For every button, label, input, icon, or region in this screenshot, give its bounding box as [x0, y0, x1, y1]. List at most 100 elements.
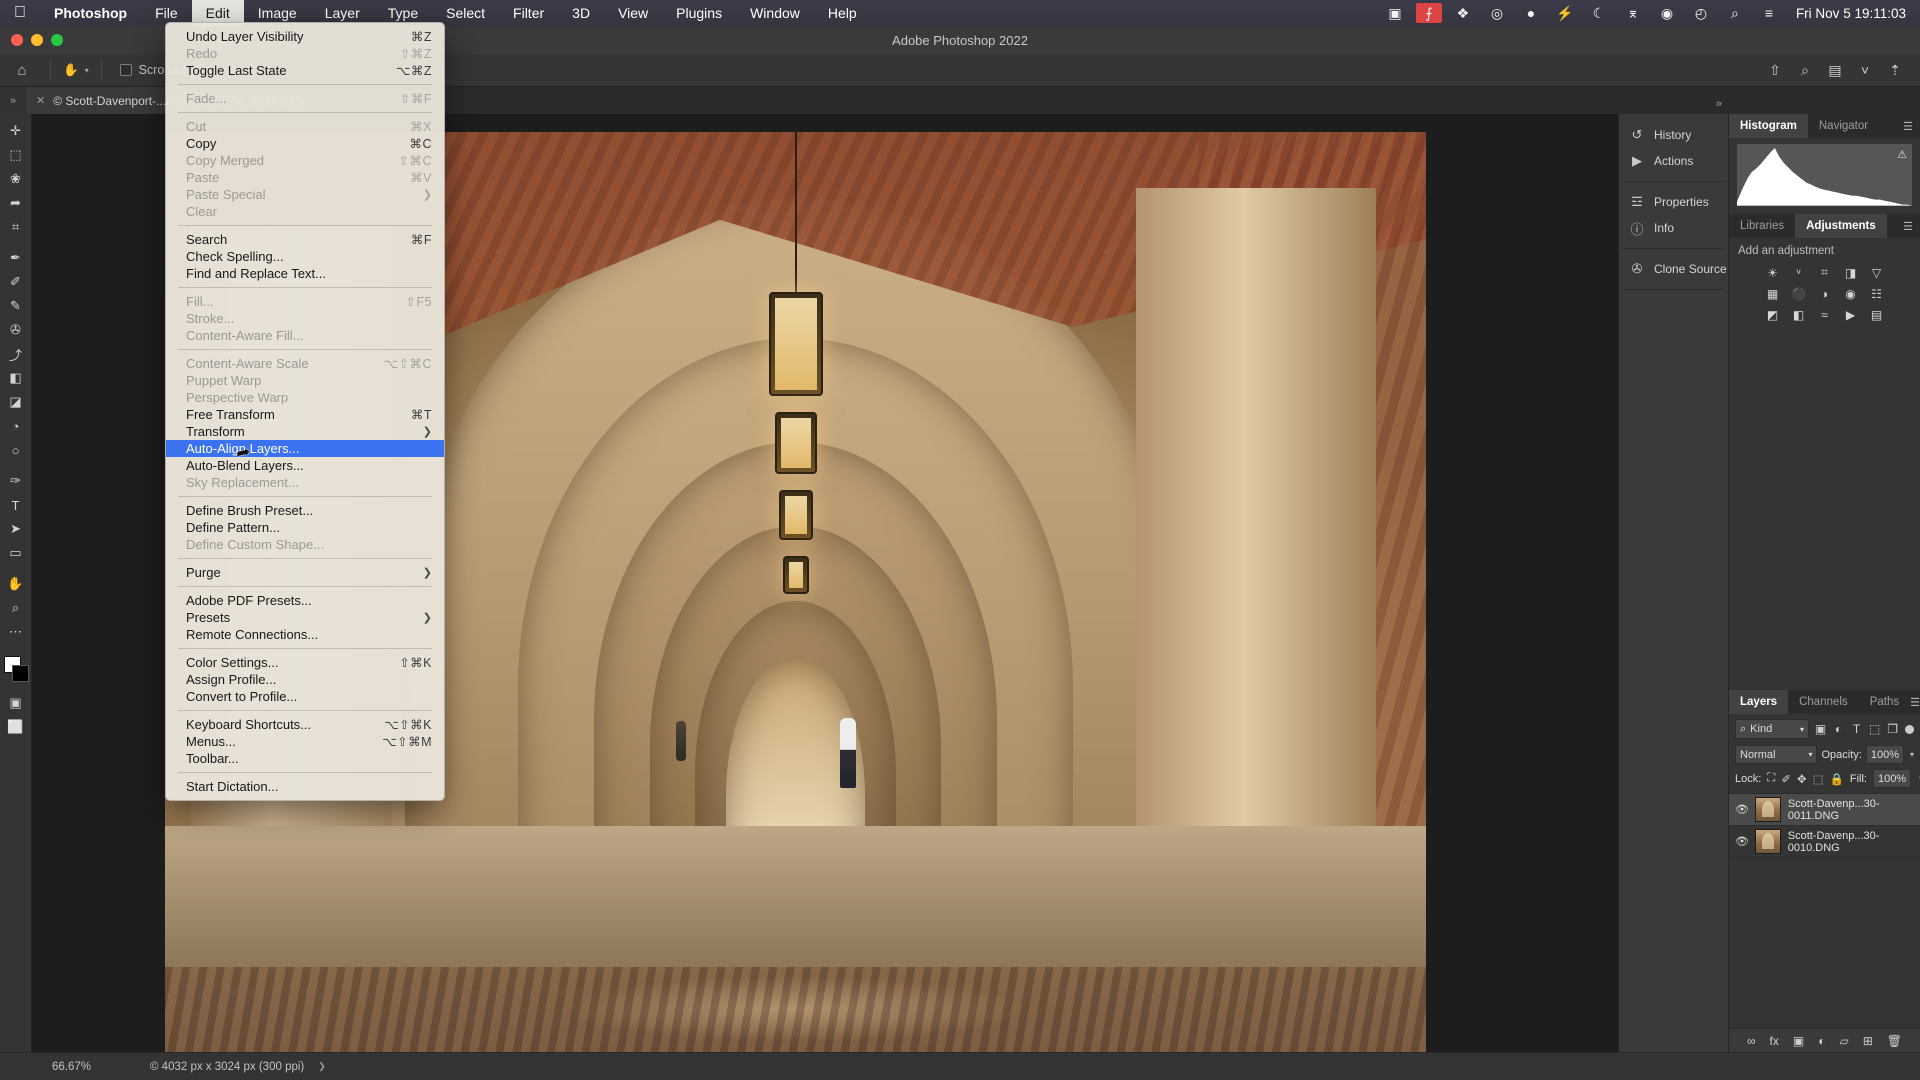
eraser-tool[interactable]: ◧	[1, 366, 31, 390]
levels-icon[interactable]: ᵛ	[1791, 265, 1806, 280]
filter-shape-icon[interactable]: ⬚	[1868, 722, 1881, 736]
color-lookup-icon[interactable]: ◩	[1765, 307, 1780, 322]
blend-mode-select[interactable]: Normal ▾	[1735, 745, 1817, 764]
active-tool-preset[interactable]: ✋ ▾	[57, 63, 95, 78]
fill-input[interactable]: 100%	[1873, 769, 1911, 788]
curves-icon[interactable]: ⌗	[1817, 265, 1832, 280]
menu-view[interactable]: View	[604, 0, 662, 26]
link-layers-icon[interactable]: ∞	[1747, 1034, 1756, 1048]
close-tab-icon[interactable]: ✕	[36, 94, 45, 107]
screen-record-icon[interactable]: ▣	[1378, 5, 1412, 22]
menu-item-keyboard-shortcuts[interactable]: Keyboard Shortcuts... ⌥⇧⌘K	[166, 716, 444, 733]
workspace-icon[interactable]: ▤	[1820, 62, 1850, 79]
share-icon[interactable]: ⇧	[1760, 62, 1790, 79]
tab-histogram[interactable]: Histogram	[1729, 114, 1808, 138]
new-group-icon[interactable]: ▱	[1839, 1034, 1848, 1048]
blur-tool[interactable]: ◔	[1, 414, 31, 438]
panel-menu-icon[interactable]: ☰	[1896, 114, 1920, 138]
marquee-tool[interactable]: ⬚	[1, 143, 31, 167]
creative-cloud-icon[interactable]: ◎	[1480, 5, 1514, 22]
layer-visibility-eye-icon[interactable]: 👁	[1735, 835, 1748, 848]
flame-icon[interactable]: ●	[1514, 5, 1548, 21]
background-color-swatch[interactable]	[12, 665, 29, 682]
panel-actions[interactable]: ▶ Actions	[1619, 148, 1728, 174]
menu-item-toggle-last-state[interactable]: Toggle Last State ⌥⌘Z	[166, 62, 444, 79]
time-machine-icon[interactable]: ◴	[1684, 5, 1718, 22]
pen-tool[interactable]: ✑	[1, 469, 31, 493]
menu-item-undo[interactable]: Undo Layer Visibility ⌘Z	[166, 28, 444, 45]
menu-filter[interactable]: Filter	[499, 0, 558, 26]
delete-layer-icon[interactable]: 🗑	[1887, 1034, 1902, 1048]
opacity-input[interactable]: 100%	[1866, 745, 1904, 764]
panel-properties[interactable]: ☲ Properties	[1619, 189, 1728, 215]
menu-bar-clock[interactable]: Fri Nov 5 19:11:03	[1786, 6, 1906, 21]
tab-paths[interactable]: Paths	[1859, 690, 1910, 714]
exposure-icon[interactable]: ◨	[1843, 265, 1858, 280]
tab-navigator[interactable]: Navigator	[1808, 114, 1879, 138]
brightness-contrast-icon[interactable]: ☀	[1765, 265, 1780, 280]
menu-item-toolbar[interactable]: Toolbar...	[166, 750, 444, 767]
app-alert-icon[interactable]: ⨍	[1416, 3, 1442, 23]
menu-item-convert-to-profile[interactable]: Convert to Profile...	[166, 688, 444, 705]
filter-adjustment-icon[interactable]: ◐	[1832, 722, 1845, 736]
channel-mixer-icon[interactable]: ☷	[1869, 286, 1884, 301]
crop-tool[interactable]: ⌗	[1, 215, 31, 239]
menu-item-find-replace-text[interactable]: Find and Replace Text...	[166, 265, 444, 282]
add-mask-icon[interactable]: ▣	[1793, 1034, 1804, 1048]
menu-item-copy[interactable]: Copy ⌘C	[166, 135, 444, 152]
layer-visibility-eye-icon[interactable]: 👁	[1735, 803, 1748, 816]
home-icon[interactable]: ⌂	[0, 62, 44, 79]
new-fill-adjustment-icon[interactable]: ◐	[1818, 1034, 1825, 1048]
menu-item-menus[interactable]: Menus... ⌥⇧⌘M	[166, 733, 444, 750]
menu-3d[interactable]: 3D	[558, 0, 604, 26]
menu-item-color-settings[interactable]: Color Settings... ⇧⌘K	[166, 654, 444, 671]
menu-item-assign-profile[interactable]: Assign Profile...	[166, 671, 444, 688]
screen-mode-icon[interactable]: ⬜	[1, 715, 31, 739]
filter-toggle-switch[interactable]	[1904, 719, 1914, 739]
panel-menu-icon-layers[interactable]: ☰	[1910, 690, 1920, 714]
brush-tool[interactable]: ✎	[1, 294, 31, 318]
hand-tool[interactable]: ✋	[1, 572, 31, 596]
black-white-icon[interactable]: ◑	[1817, 286, 1832, 301]
control-center-icon[interactable]: ≡	[1752, 5, 1786, 21]
collapse-panel-icon[interactable]: »	[0, 87, 26, 114]
menu-plugins[interactable]: Plugins	[662, 0, 736, 26]
checkbox-box[interactable]	[120, 64, 132, 76]
lasso-tool[interactable]: ❀	[1, 167, 31, 191]
edit-dropdown-menu[interactable]: Undo Layer Visibility ⌘Z Redo ⇧⌘Z Toggle…	[165, 22, 445, 801]
collapse-dock-icon[interactable]: »	[1716, 98, 1722, 110]
menu-item-remote-connections[interactable]: Remote Connections...	[166, 626, 444, 643]
object-selection-tool[interactable]: ➦	[1, 191, 31, 215]
opacity-chevron-icon[interactable]: ▾	[1908, 750, 1914, 759]
menu-item-define-pattern[interactable]: Define Pattern...	[166, 519, 444, 536]
more-tools[interactable]: ⋯	[1, 620, 31, 644]
gradient-tool[interactable]: ◪	[1, 390, 31, 414]
panel-menu-icon-adjustments[interactable]: ☰	[1896, 214, 1920, 238]
filter-pixel-icon[interactable]: ▣	[1814, 722, 1827, 736]
foreground-background-color-swatches[interactable]	[1, 654, 31, 684]
lock-image-icon[interactable]: ✐	[1781, 772, 1791, 786]
menu-item-define-brush-preset[interactable]: Define Brush Preset...	[166, 502, 444, 519]
lock-all-icon[interactable]: 🔒	[1830, 772, 1844, 786]
menu-item-purge[interactable]: Purge ❯	[166, 564, 444, 581]
lock-position-icon[interactable]: ✥	[1797, 772, 1807, 786]
panel-clone-source[interactable]: ✇ Clone Source	[1619, 256, 1728, 282]
user-account-icon[interactable]: ◉	[1650, 5, 1684, 22]
lock-transparency-icon[interactable]: ⛶	[1767, 772, 1775, 785]
zoom-tool[interactable]: ⌕	[1, 596, 31, 620]
shape-tool[interactable]: ▭	[1, 541, 31, 565]
quick-mask-icon[interactable]: ▣	[1, 691, 31, 715]
menu-item-search[interactable]: Search ⌘F	[166, 231, 444, 248]
lock-artboard-icon[interactable]: ⬚	[1813, 772, 1824, 786]
color-balance-icon[interactable]: ⚫	[1791, 286, 1806, 301]
threshold-icon[interactable]: ▶	[1843, 307, 1858, 322]
apple-icon[interactable]: 	[0, 4, 40, 22]
cloud-upload-icon[interactable]: ⇡	[1880, 62, 1910, 79]
dodge-tool[interactable]: ○	[1, 438, 31, 462]
table-row[interactable]: 👁 Scott-Davenp...30-0011.DNG	[1729, 794, 1920, 826]
new-layer-icon[interactable]: ⊞	[1863, 1034, 1873, 1048]
menu-item-auto-blend-layers[interactable]: Auto-Blend Layers...	[166, 457, 444, 474]
menu-photoshop[interactable]: Photoshop	[40, 0, 141, 26]
filter-smart-object-icon[interactable]: ❐	[1886, 722, 1899, 736]
chevron-down-icon[interactable]: ▾	[1800, 725, 1804, 734]
